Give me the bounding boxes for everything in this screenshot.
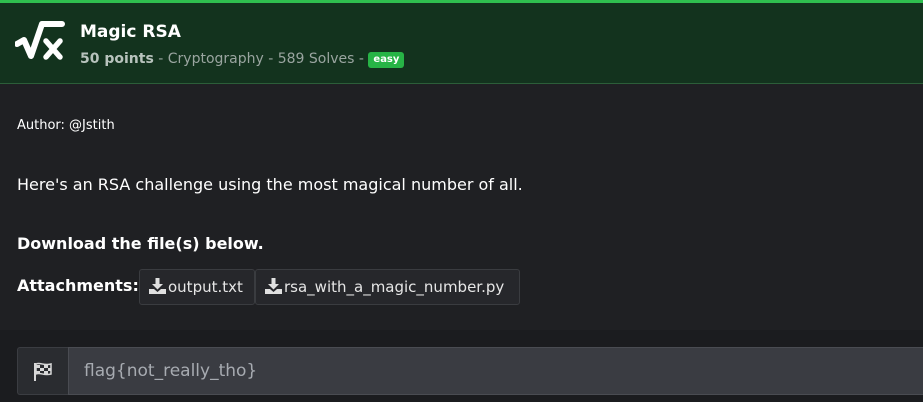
attachment-rsa-with-a-magic-number-py[interactable]: rsa_with_a_magic_number.py	[255, 269, 520, 305]
challenge-category: Cryptography	[167, 51, 264, 67]
attachment-name: output.txt	[168, 278, 243, 296]
challenge-header: Magic RSA 50 points - Cryptography - 589…	[0, 0, 923, 84]
challenge-window: Magic RSA 50 points - Cryptography - 589…	[0, 0, 923, 402]
download-icon	[265, 278, 282, 294]
download-heading: Download the file(s) below.	[17, 234, 264, 253]
meta-separator: -	[354, 51, 369, 67]
challenge-meta: 50 points - Cryptography - 589 Solves - …	[80, 49, 405, 69]
flag-icon-addon	[17, 347, 68, 395]
download-icon	[149, 278, 166, 294]
challenge-description: Here's an RSA challenge using the most m…	[17, 175, 523, 194]
challenge-author: Author: @Jstith	[17, 118, 115, 133]
flag-input[interactable]	[68, 347, 923, 395]
attachment-name: rsa_with_a_magic_number.py	[284, 278, 505, 296]
attachments-label: Attachments:	[17, 276, 139, 295]
challenge-solves: 589 Solves	[277, 51, 355, 67]
sqrt-x-icon	[15, 21, 65, 60]
challenge-title: Magic RSA	[80, 22, 181, 42]
flag-submit-row	[0, 330, 923, 402]
meta-separator: -	[153, 51, 168, 67]
challenge-points: 50 points	[80, 51, 154, 67]
challenge-body: Author: @Jstith Here's an RSA challenge …	[0, 84, 923, 330]
meta-separator: -	[263, 51, 278, 67]
difficulty-badge: easy	[368, 52, 405, 68]
checkered-flag-icon	[34, 362, 52, 381]
attachment-output-txt[interactable]: output.txt	[139, 269, 255, 305]
